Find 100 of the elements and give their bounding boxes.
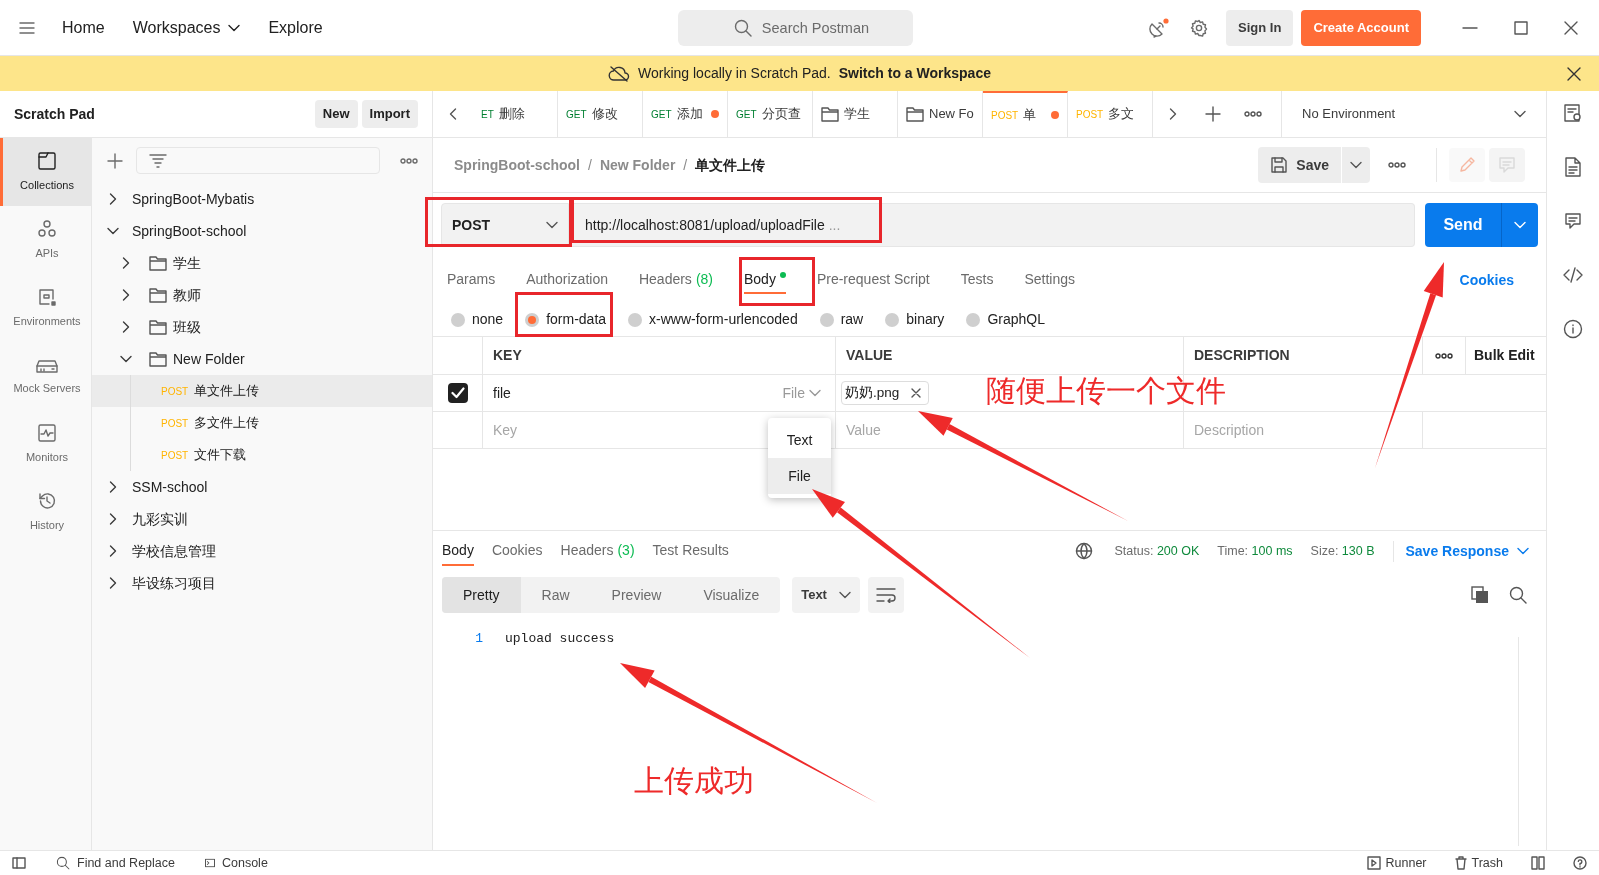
wrap-button[interactable] xyxy=(867,577,904,613)
response-stat: Time: 100 ms xyxy=(1217,542,1293,560)
menu-item[interactable]: File xyxy=(768,458,831,494)
close-icon[interactable] xyxy=(1563,19,1579,36)
view-tab[interactable]: Pretty xyxy=(442,577,521,613)
toolbar-button[interactable]: New xyxy=(314,100,358,128)
status-bar-button[interactable]: Trash xyxy=(1454,853,1503,873)
response-tab[interactable]: Test Results xyxy=(652,536,729,566)
close-icon[interactable] xyxy=(1567,66,1581,81)
save-menu-button[interactable] xyxy=(1342,147,1370,183)
menu-item[interactable]: Text xyxy=(768,422,831,458)
copy-icon[interactable] xyxy=(1471,586,1489,604)
sidebar-tab[interactable]: Mock Servers xyxy=(0,342,91,410)
search-field[interactable]: Search Postman xyxy=(677,9,913,46)
radio-option[interactable]: form-data xyxy=(525,309,607,330)
search-icon[interactable] xyxy=(1509,586,1527,604)
status-bar-button[interactable]: Find and Replace xyxy=(54,853,175,873)
layout-icon[interactable] xyxy=(1531,856,1545,870)
item-label: 学生 xyxy=(173,253,201,273)
view-tab[interactable]: Preview xyxy=(590,577,683,613)
environment-select[interactable]: No Environment xyxy=(1281,91,1546,137)
status-bar-button[interactable]: Console xyxy=(203,853,268,873)
environment-quick-look-icon[interactable] xyxy=(1564,101,1582,125)
url-field[interactable]: http://localhost:8081/upload/uploadFile ... xyxy=(569,203,1415,247)
tree-item[interactable]: 教师 xyxy=(92,279,432,311)
request-section-tab[interactable]: Authorization xyxy=(526,266,608,294)
filter-field[interactable] xyxy=(136,147,380,174)
response-tab[interactable]: Headers (3) xyxy=(560,536,635,566)
save-response-button[interactable]: Save Response xyxy=(1392,540,1529,562)
save-icon xyxy=(1270,156,1289,174)
radio-option[interactable]: GraphQL xyxy=(966,309,1045,330)
bulk-edit-button[interactable]: Bulk Edit xyxy=(1474,345,1535,366)
tree-item[interactable]: 学校信息管理 xyxy=(92,535,432,567)
checkbox[interactable] xyxy=(447,383,468,403)
banner-link[interactable]: Switch to a Workspace xyxy=(838,63,991,84)
status-bar-button[interactable]: Runner xyxy=(1366,853,1427,873)
nav-link[interactable]: Home xyxy=(62,15,105,40)
tree-item[interactable]: POST 单文件上传 xyxy=(92,375,432,407)
radio-button[interactable] xyxy=(885,312,900,327)
folder-icon xyxy=(906,106,924,122)
radio-button[interactable] xyxy=(628,312,643,327)
tree-item[interactable]: 九彩实训 xyxy=(92,503,432,535)
wrap-icon xyxy=(875,587,896,603)
radio-option[interactable]: x-www-form-urlencoded xyxy=(628,309,798,330)
send-button[interactable]: Send xyxy=(1425,203,1501,247)
sign-in-button[interactable]: Sign In xyxy=(1226,9,1294,46)
sidebar-tab[interactable]: History xyxy=(0,478,91,546)
breadcrumb-separator: / xyxy=(683,155,688,175)
tree-item[interactable]: SSM-school xyxy=(92,471,432,503)
view-tab[interactable]: Visualize xyxy=(682,577,781,613)
radio-button[interactable] xyxy=(451,312,465,327)
description-input[interactable]: Description xyxy=(1194,419,1412,441)
request-section-tab[interactable]: Body xyxy=(744,266,786,294)
count-label: (3) xyxy=(617,540,635,560)
sidebar-tab[interactable]: Monitors xyxy=(0,410,91,478)
add-icon[interactable] xyxy=(106,151,124,170)
request-section-tab[interactable]: Settings xyxy=(1024,266,1076,294)
help-icon[interactable] xyxy=(1573,856,1587,870)
tree-item[interactable]: New Folder xyxy=(92,343,432,375)
tree-item[interactable]: POST 多文件上传 xyxy=(92,407,432,439)
request-section-tab[interactable]: Pre-request Script xyxy=(816,266,930,294)
cookies-link[interactable]: Cookies xyxy=(1459,269,1514,291)
globe-icon[interactable] xyxy=(1074,542,1093,560)
request-section-tab[interactable]: Headers (8) xyxy=(638,266,713,294)
tree-item[interactable]: SpringBoot-school xyxy=(92,215,432,247)
sidebar-tab[interactable]: APIs xyxy=(0,206,91,274)
response-tab[interactable]: Cookies xyxy=(491,536,543,566)
info-icon[interactable] xyxy=(1563,317,1583,341)
radio-option[interactable]: binary xyxy=(885,309,945,330)
radio-option[interactable]: raw xyxy=(819,309,864,330)
more-icon[interactable] xyxy=(1435,352,1453,359)
remove-icon[interactable] xyxy=(911,388,922,398)
tree-item[interactable]: 毕设练习项目 xyxy=(92,567,432,599)
document-icon[interactable] xyxy=(1565,155,1581,179)
maximize-icon[interactable] xyxy=(1513,19,1529,36)
method-select[interactable]: POST xyxy=(441,203,569,247)
nav-link[interactable]: Explore xyxy=(268,15,323,40)
sidebar-toggle-icon[interactable] xyxy=(12,857,26,869)
tree-item[interactable]: SpringBoot-Mybatis xyxy=(92,183,432,215)
sidebar-tab[interactable]: Environments xyxy=(0,274,91,342)
format-select[interactable]: Text xyxy=(792,577,860,613)
file-chip[interactable]: 奶奶.png xyxy=(841,381,930,405)
view-tab[interactable]: Raw xyxy=(520,577,591,613)
sidebar-tab[interactable]: Collections xyxy=(0,138,91,206)
tree-item[interactable]: 班级 xyxy=(92,311,432,343)
value-input[interactable]: Value xyxy=(846,419,1173,441)
request-section-tab[interactable]: Params xyxy=(447,266,496,294)
save-button[interactable]: Save xyxy=(1258,147,1341,183)
tree-item[interactable]: 学生 xyxy=(92,247,432,279)
toolbar-button[interactable]: Import xyxy=(361,100,418,128)
radio-button[interactable] xyxy=(966,312,981,327)
folder-icon xyxy=(821,106,839,122)
response-tab[interactable]: Body xyxy=(442,536,474,566)
radio-button[interactable] xyxy=(525,312,540,327)
tree-item[interactable]: POST 文件下载 xyxy=(92,439,432,471)
nav-link[interactable]: Workspaces xyxy=(132,15,241,40)
request-section-tab[interactable]: Tests xyxy=(960,266,994,294)
request-tab[interactable]: POST 单 xyxy=(983,91,1068,137)
radio-option[interactable]: none xyxy=(451,309,504,330)
radio-button[interactable] xyxy=(819,312,834,327)
